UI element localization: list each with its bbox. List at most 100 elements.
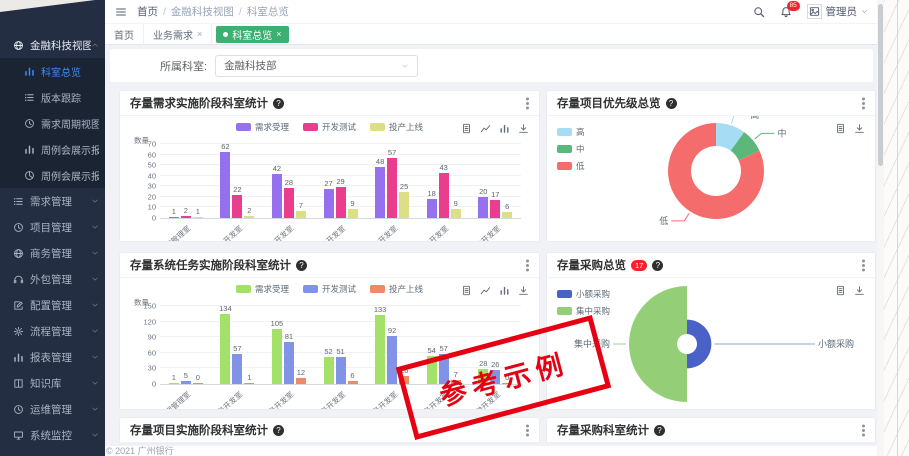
bar-value-label: 43 [440, 163, 448, 172]
sidebar-item[interactable]: 金融科技视图 [0, 32, 105, 58]
bar-slot: 2 [181, 145, 191, 218]
more-menu-icon[interactable] [526, 264, 529, 267]
sidebar-item[interactable]: 项目管理 [0, 214, 105, 240]
x-tick-label: 数据业务开发室 [353, 223, 399, 242]
help-icon[interactable]: ? [666, 98, 677, 109]
user-menu[interactable]: 管理员 [807, 4, 869, 19]
sidebar-item[interactable]: 流程管理 [0, 318, 105, 344]
notification-bell[interactable]: 85 [780, 6, 792, 18]
bar-chart-toggle-icon[interactable] [499, 285, 510, 296]
breadcrumb: 首页/金融科技视图/科室总览 [137, 4, 289, 19]
legend-item[interactable]: 投产上线 [370, 121, 423, 133]
bar-slot: 27 [324, 145, 334, 218]
card-header: 存量项目优先级总览? [547, 91, 875, 116]
data-view-icon[interactable] [461, 123, 472, 134]
pie-label-line [671, 213, 689, 221]
bar-value-label: 29 [336, 177, 344, 186]
more-menu-icon[interactable] [862, 264, 865, 267]
department-select[interactable]: 金融科技部 [215, 55, 418, 77]
sidebar-item[interactable]: 知识库 [0, 370, 105, 396]
bar [284, 188, 294, 218]
x-tick-label: 中间业务开发室 [301, 389, 347, 410]
more-menu-icon[interactable] [862, 102, 865, 105]
more-menu-icon[interactable] [526, 102, 529, 105]
sidebar-subitem[interactable]: 周例会展示报表-项目 [0, 136, 105, 162]
legend-item[interactable]: 中 [557, 143, 585, 155]
sidebar-item[interactable]: 运维管理 [0, 396, 105, 422]
data-view-icon[interactable] [835, 123, 846, 134]
legend-item[interactable]: 需求受理 [236, 283, 289, 295]
bar-value-label: 9 [454, 199, 458, 208]
bar-slot: 51 [336, 307, 346, 384]
legend-swatch [370, 285, 385, 293]
bar [244, 383, 254, 385]
list-icon [24, 92, 35, 103]
pie-slice-label: 小额采购 [818, 338, 854, 349]
help-icon[interactable]: ? [296, 260, 307, 271]
scrollbar-thumb[interactable] [878, 4, 883, 166]
card-header: 存量系统任务实施阶段科室统计? [120, 253, 539, 278]
sidebar-item[interactable]: 商务管理 [0, 240, 105, 266]
collapse-menu-icon[interactable] [115, 6, 127, 18]
bar [296, 378, 306, 384]
bar-chart-toggle-icon[interactable] [499, 123, 510, 134]
data-view-icon[interactable] [461, 285, 472, 296]
sidebar-subitem[interactable]: 科室总览 [0, 58, 105, 84]
pie-chart-icon [24, 170, 35, 181]
bar-value-label: 17 [491, 190, 499, 199]
tab-首页[interactable]: 首页 [105, 24, 144, 45]
x-axis-labels: 数据管理室核心业务开发室渠道业务开发室中间业务开发室数据业务开发室创新业务开发室… [160, 220, 521, 242]
breadcrumb-item[interactable]: 首页 [137, 4, 158, 19]
bar-chart: 需求受理开发测试投产上线数量01020304050607012162222422… [120, 116, 539, 241]
legend-item[interactable]: 投产上线 [370, 283, 423, 295]
legend-label: 高 [576, 126, 585, 138]
legend-item[interactable]: 需求受理 [236, 121, 289, 133]
legend-item[interactable]: 高 [557, 126, 585, 138]
legend-item[interactable]: 小额采购 [557, 288, 610, 300]
bars: 1216222242287272994857251843920176 [160, 145, 521, 218]
bar [272, 174, 282, 218]
legend-item[interactable]: 低 [557, 160, 585, 172]
card-title: 存量项目优先级总览 [557, 95, 661, 111]
download-icon[interactable] [854, 285, 865, 296]
legend-item[interactable]: 集中采购 [557, 305, 610, 317]
line-chart-toggle-icon[interactable] [480, 123, 491, 134]
download-icon[interactable] [854, 123, 865, 134]
breadcrumb-item[interactable]: 科室总览 [247, 4, 289, 19]
bar-slot: 29 [336, 145, 346, 218]
breadcrumb-item[interactable]: 金融科技视图 [171, 4, 234, 19]
sidebar-item[interactable]: 外包管理 [0, 266, 105, 292]
bar-slot: 9 [451, 145, 461, 218]
count-badge: 17 [631, 260, 647, 271]
sidebar-subitem[interactable]: 版本跟踪 [0, 84, 105, 110]
download-icon[interactable] [518, 285, 529, 296]
download-icon[interactable] [518, 123, 529, 134]
help-icon[interactable]: ? [654, 425, 665, 436]
sidebar-item[interactable]: 报表管理 [0, 344, 105, 370]
sidebar-subitem[interactable]: 需求周期视图 [0, 110, 105, 136]
close-icon[interactable]: × [276, 29, 281, 39]
help-icon[interactable]: ? [273, 425, 284, 436]
bar-value-label: 57 [440, 344, 448, 353]
tab-科室总览[interactable]: 科室总览× [216, 26, 288, 43]
notification-badge: 85 [787, 1, 800, 11]
sidebar-subitem[interactable]: 周例会展示报表-采购 [0, 162, 105, 188]
close-icon[interactable]: × [197, 29, 202, 39]
sidebar-item[interactable]: 系统监控 [0, 422, 105, 448]
search-icon[interactable] [753, 6, 765, 18]
bar-group: 485725 [366, 145, 418, 218]
legend-item[interactable]: 开发测试 [303, 121, 356, 133]
tab-业务需求[interactable]: 业务需求× [144, 24, 212, 45]
legend-item[interactable]: 开发测试 [303, 283, 356, 295]
more-menu-icon[interactable] [862, 429, 865, 432]
help-icon[interactable]: ? [652, 260, 663, 271]
line-chart-toggle-icon[interactable] [480, 285, 491, 296]
data-view-icon[interactable] [835, 285, 846, 296]
bar-slot: 5 [181, 307, 191, 384]
sidebar-item[interactable]: 配置管理 [0, 292, 105, 318]
legend-label: 中 [576, 143, 585, 155]
sidebar-item[interactable]: 系统管理 [0, 448, 105, 456]
sidebar-item[interactable]: 需求管理 [0, 188, 105, 214]
more-menu-icon[interactable] [526, 429, 529, 432]
help-icon[interactable]: ? [273, 98, 284, 109]
